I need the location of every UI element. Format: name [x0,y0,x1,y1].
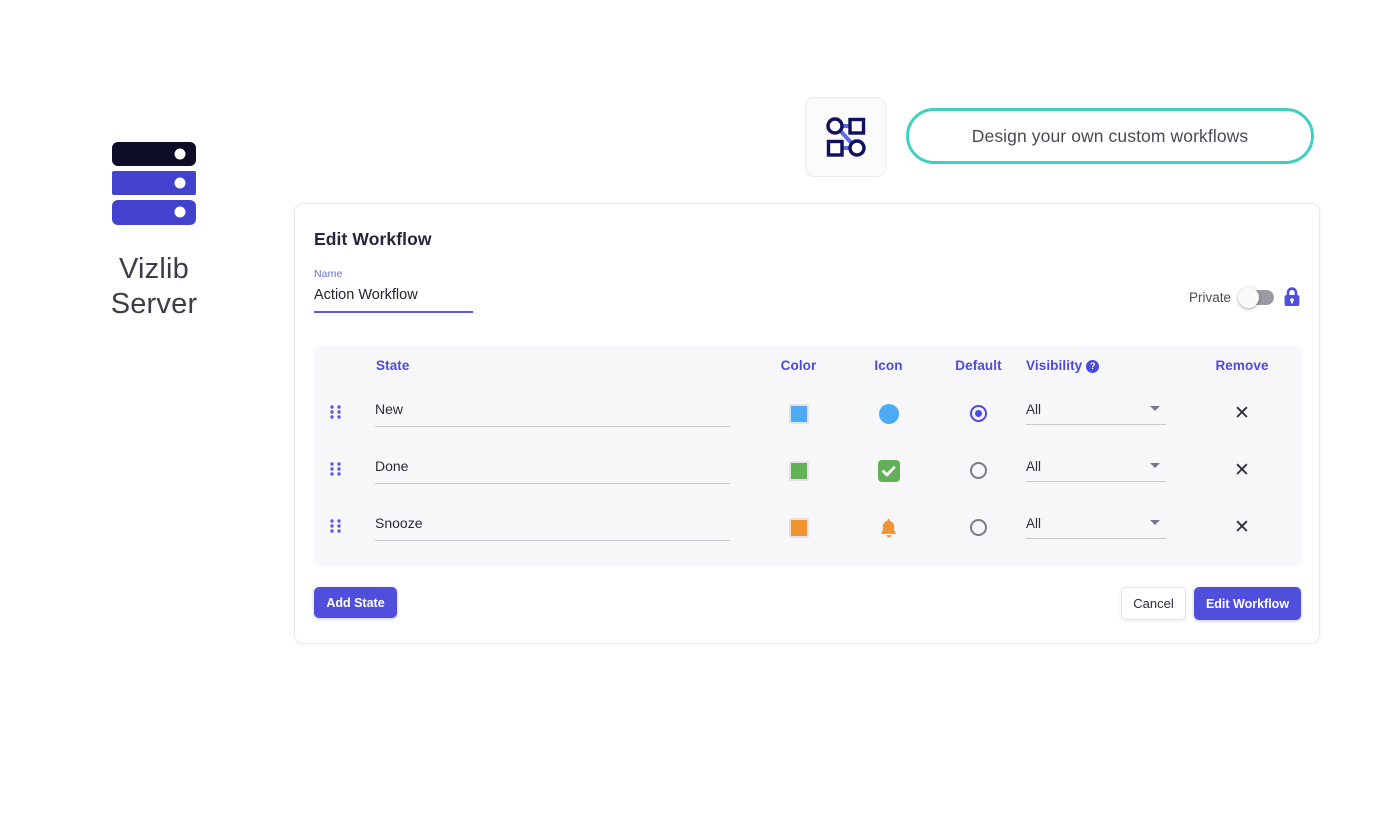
chevron-down-icon [1150,406,1160,411]
promo-banner-text: Design your own custom workflows [971,125,1249,146]
private-toggle-knob [1238,286,1259,308]
workflow-name-field: Name [314,268,473,313]
remove-cell[interactable]: ✕ [1181,403,1303,425]
visibility-select[interactable]: All [1026,516,1166,539]
brand-name-line2: Server [110,288,198,320]
promo-icon-box [805,97,886,177]
visibility-select[interactable]: All [1026,402,1166,425]
header-remove: Remove [1215,357,1269,373]
state-name-input[interactable] [375,400,730,427]
workflow-diagram-icon [825,117,866,157]
color-swatch[interactable] [788,403,809,424]
private-toggle[interactable] [1238,286,1274,308]
states-table-header: State Color Icon Default Visibility? Rem… [314,345,1302,385]
color-swatch-cell[interactable] [751,403,846,424]
bell-icon [880,518,896,537]
help-icon[interactable]: ? [1086,359,1100,373]
state-name-input[interactable] [375,514,730,541]
default-radio-cell[interactable] [931,405,1026,422]
default-radio-cell[interactable] [931,519,1026,536]
state-icon-cell[interactable] [846,403,931,425]
lock-icon [1284,287,1300,306]
remove-cell[interactable]: ✕ [1181,460,1303,482]
header-color: Color [780,357,817,373]
visibility-value: All [1026,516,1166,539]
brand-name-line1: Vizlib [119,253,189,285]
state-icon-cell[interactable] [846,459,931,482]
table-row: All ✕ [314,385,1302,442]
state-icon-cell[interactable] [846,517,931,539]
color-swatch-cell[interactable] [751,460,846,481]
brand-name: Vizlib Server [84,252,224,322]
default-radio[interactable] [970,462,987,479]
chevron-down-icon [1150,520,1160,525]
header-visibility: Visibility? [1026,358,1181,373]
states-table: State Color Icon Default Visibility? Rem… [314,345,1302,567]
color-swatch[interactable] [788,460,809,481]
default-radio-cell[interactable] [931,462,1026,479]
header-icon: Icon [874,357,903,373]
edit-workflow-submit-button[interactable]: Edit Workflow [1194,587,1301,620]
header-state: State [376,357,410,373]
cancel-button[interactable]: Cancel [1121,587,1186,620]
visibility-select[interactable]: All [1026,459,1166,482]
workflow-name-input[interactable] [314,287,473,313]
header-default: Default [955,357,1002,373]
close-icon[interactable]: ✕ [1231,460,1253,482]
color-swatch[interactable] [788,517,809,538]
visibility-value: All [1026,402,1166,425]
default-radio[interactable] [970,519,987,536]
table-row: All ✕ [314,499,1302,556]
drag-handle-icon[interactable] [330,519,341,536]
server-stack-icon [112,142,196,225]
page-root: Vizlib Server Design your own custom wor… [0,0,1400,834]
visibility-value: All [1026,459,1166,482]
add-state-button[interactable]: Add State [314,587,397,618]
header-visibility-label: Visibility [1026,357,1083,373]
close-icon[interactable]: ✕ [1231,403,1253,425]
close-icon[interactable]: ✕ [1231,517,1253,539]
default-radio[interactable] [970,405,987,422]
table-row: All ✕ [314,442,1302,499]
private-toggle-group: Private [1188,286,1301,308]
chevron-down-icon [1150,463,1160,468]
check-square-icon [877,459,900,482]
color-swatch-cell[interactable] [751,517,846,538]
private-label: Private [1188,289,1231,305]
drag-handle-icon[interactable] [330,405,341,422]
promo-banner: Design your own custom workflows [906,108,1314,164]
circle-icon [878,403,899,424]
brand-block: Vizlib Server [84,140,224,322]
edit-workflow-card: Edit Workflow Name Private State Color [294,203,1320,644]
workflow-name-label: Name [314,268,343,280]
state-name-input[interactable] [375,457,730,484]
card-title: Edit Workflow [314,229,432,249]
remove-cell[interactable]: ✕ [1181,517,1303,539]
drag-handle-icon[interactable] [330,462,341,479]
